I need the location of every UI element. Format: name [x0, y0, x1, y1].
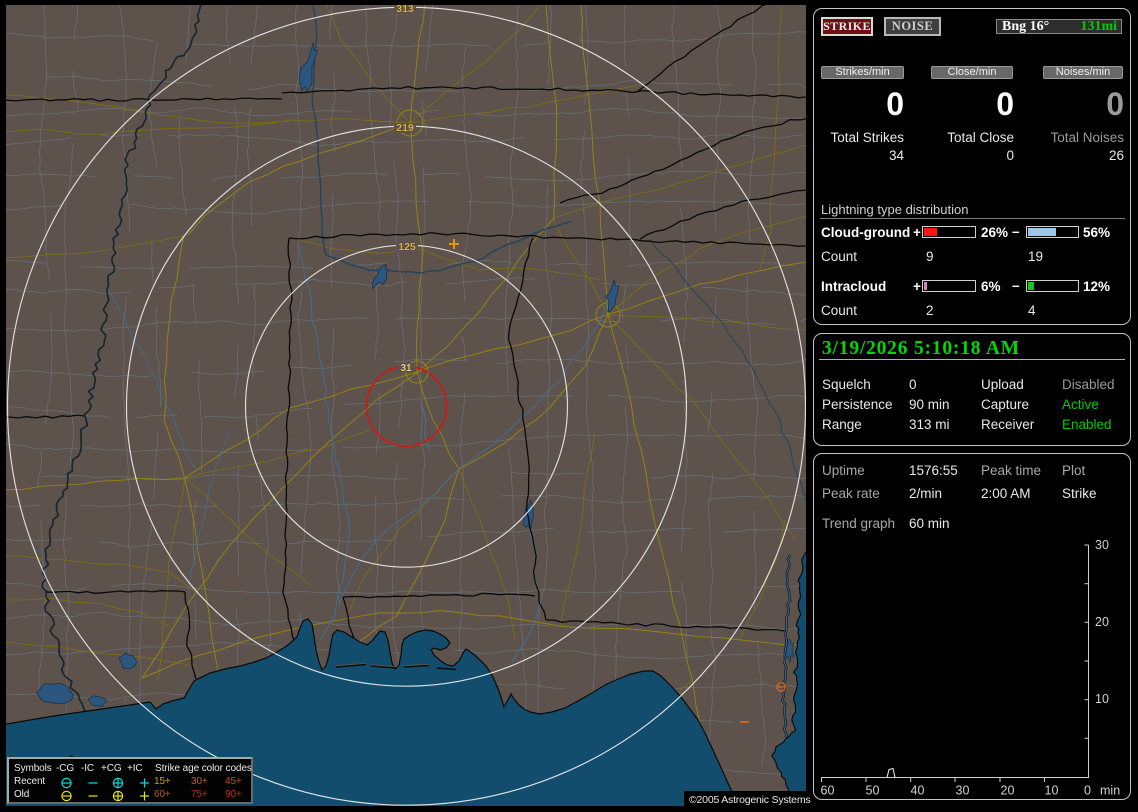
- svg-text:20: 20: [1001, 784, 1015, 798]
- svg-text:219: 219: [396, 122, 414, 134]
- svg-text:50: 50: [866, 784, 880, 798]
- svg-text:10: 10: [1045, 784, 1059, 798]
- svg-text:125: 125: [398, 241, 416, 253]
- svg-text:40: 40: [911, 784, 925, 798]
- svg-text:30: 30: [956, 784, 970, 798]
- svg-text:31: 31: [400, 363, 412, 374]
- svg-text:60: 60: [821, 784, 835, 798]
- svg-text:10: 10: [1095, 692, 1109, 706]
- svg-text:20: 20: [1095, 615, 1109, 629]
- svg-text:min: min: [1100, 784, 1120, 798]
- svg-text:313: 313: [396, 5, 414, 15]
- svg-text:30: 30: [1095, 538, 1109, 552]
- svg-text:0: 0: [1084, 784, 1091, 798]
